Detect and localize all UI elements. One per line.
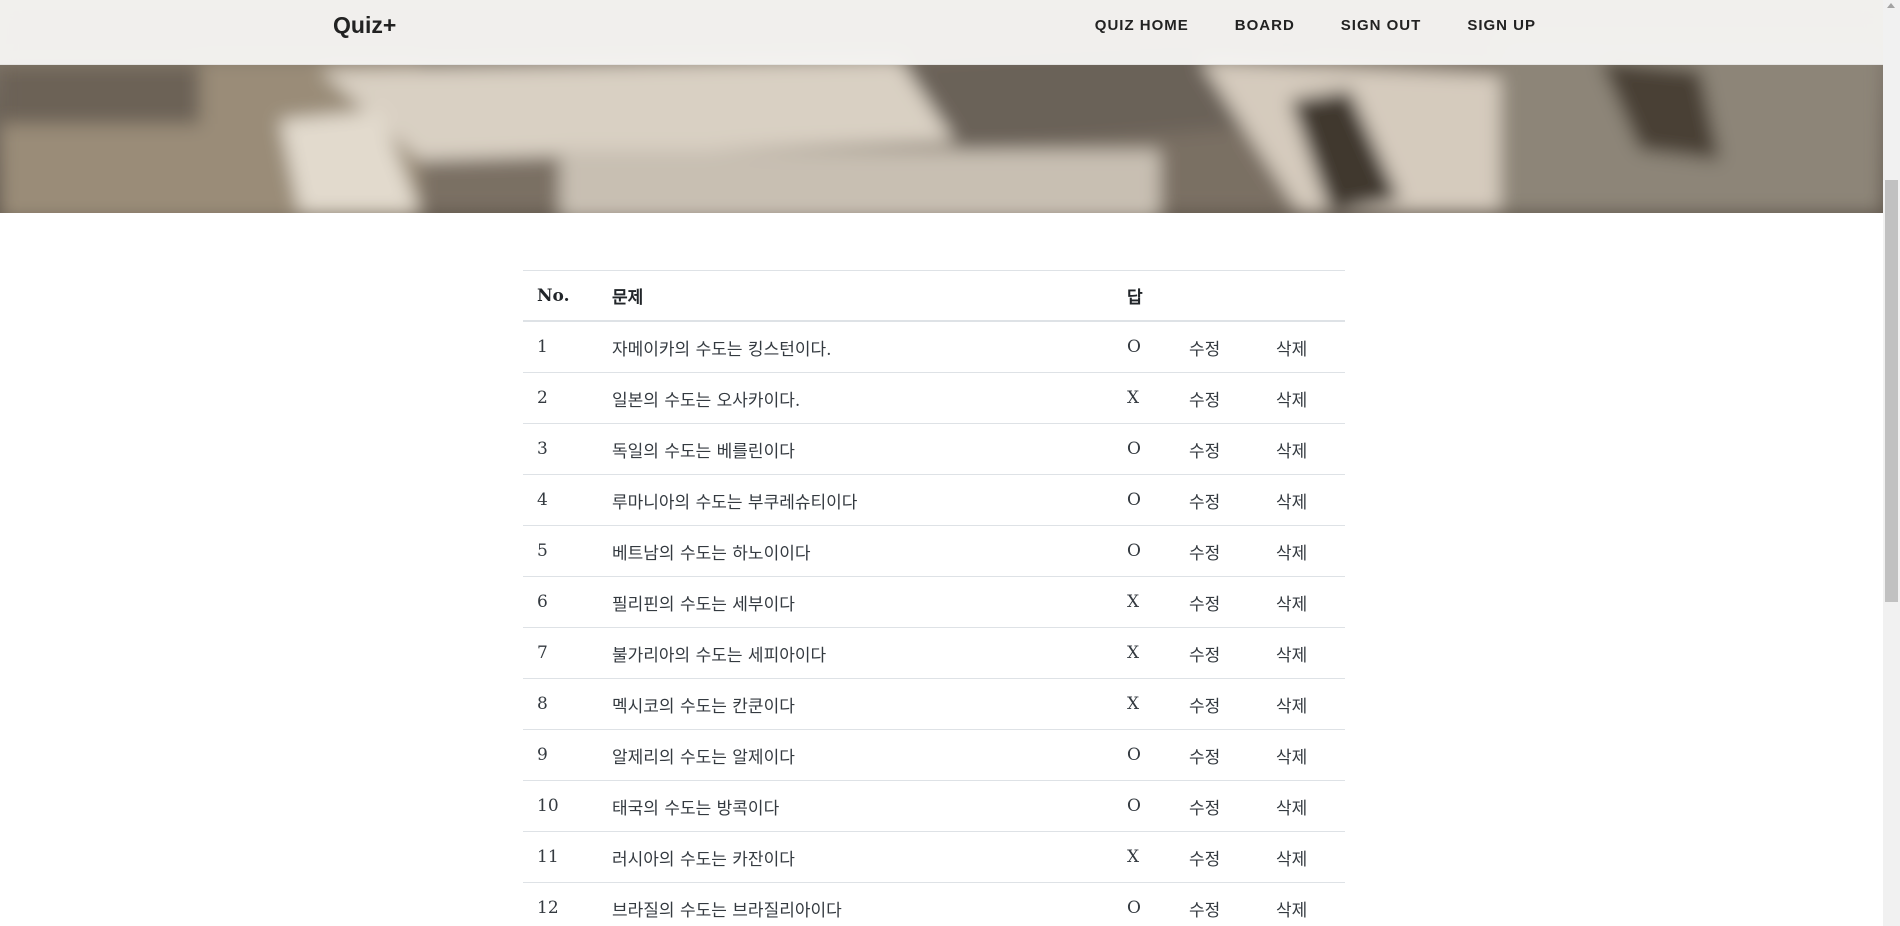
row-answer: X — [1113, 831, 1175, 883]
row-no: 1 — [523, 320, 598, 373]
table-row: 1 자메이카의 수도는 킹스턴이다. O 수정 삭제 — [523, 320, 1345, 373]
row-question: 독일의 수도는 베를린이다 — [598, 423, 1113, 475]
row-no: 10 — [523, 780, 598, 832]
row-answer: X — [1113, 627, 1175, 679]
delete-link[interactable]: 삭제 — [1262, 372, 1345, 424]
quiz-table: No. 문제 답 1 자메이카의 수도는 킹스턴이다. O 수정 삭제 2 일본… — [523, 270, 1345, 926]
row-answer: O — [1113, 423, 1175, 475]
edit-link[interactable]: 수정 — [1175, 320, 1262, 373]
table-row: 6 필리핀의 수도는 세부이다 X 수정 삭제 — [523, 576, 1345, 628]
row-answer: X — [1113, 576, 1175, 628]
row-no: 2 — [523, 372, 598, 424]
edit-link[interactable]: 수정 — [1175, 882, 1262, 926]
table-row: 8 멕시코의 수도는 칸쿤이다 X 수정 삭제 — [523, 678, 1345, 730]
page: Quiz+ QUIZ HOME BOARD SIGN OUT SIGN UP N… — [0, 0, 1900, 926]
table-header-row: No. 문제 답 — [523, 270, 1345, 322]
delete-link[interactable]: 삭제 — [1262, 678, 1345, 730]
row-no: 12 — [523, 882, 598, 926]
row-question: 루마니아의 수도는 부쿠레슈티이다 — [598, 474, 1113, 526]
row-question: 브라질의 수도는 브라질리아이다 — [598, 882, 1113, 926]
table-body: 1 자메이카의 수도는 킹스턴이다. O 수정 삭제 2 일본의 수도는 오사카… — [523, 320, 1345, 926]
vertical-scrollbar[interactable] — [1883, 0, 1900, 926]
row-question: 불가리아의 수도는 세피아이다 — [598, 627, 1113, 679]
row-answer: O — [1113, 882, 1175, 926]
row-answer: O — [1113, 320, 1175, 373]
delete-link[interactable]: 삭제 — [1262, 882, 1345, 926]
row-question: 태국의 수도는 방콕이다 — [598, 780, 1113, 832]
navbar: Quiz+ QUIZ HOME BOARD SIGN OUT SIGN UP — [0, 0, 1883, 65]
row-answer: O — [1113, 729, 1175, 781]
edit-link[interactable]: 수정 — [1175, 780, 1262, 832]
delete-link[interactable]: 삭제 — [1262, 525, 1345, 577]
edit-link[interactable]: 수정 — [1175, 729, 1262, 781]
nav-sign-out[interactable]: SIGN OUT — [1341, 18, 1422, 34]
header-delete-blank — [1262, 270, 1345, 322]
row-question: 알제리의 수도는 알제이다 — [598, 729, 1113, 781]
delete-link[interactable]: 삭제 — [1262, 576, 1345, 628]
row-no: 11 — [523, 831, 598, 883]
table-row: 9 알제리의 수도는 알제이다 O 수정 삭제 — [523, 729, 1345, 781]
row-answer: O — [1113, 780, 1175, 832]
table-row: 12 브라질의 수도는 브라질리아이다 O 수정 삭제 — [523, 882, 1345, 926]
nav-links: QUIZ HOME BOARD SIGN OUT SIGN UP — [1049, 18, 1536, 34]
delete-link[interactable]: 삭제 — [1262, 320, 1345, 373]
table-row: 10 태국의 수도는 방콕이다 O 수정 삭제 — [523, 780, 1345, 832]
row-no: 3 — [523, 423, 598, 475]
row-no: 5 — [523, 525, 598, 577]
edit-link[interactable]: 수정 — [1175, 831, 1262, 883]
edit-link[interactable]: 수정 — [1175, 372, 1262, 424]
row-question: 멕시코의 수도는 칸쿤이다 — [598, 678, 1113, 730]
brand-logo-link[interactable]: Quiz+ — [333, 12, 396, 39]
table-header: No. 문제 답 — [523, 270, 1345, 322]
row-no: 8 — [523, 678, 598, 730]
row-answer: X — [1113, 678, 1175, 730]
scroll-up-arrow-icon[interactable] — [1887, 3, 1895, 8]
row-question: 일본의 수도는 오사카이다. — [598, 372, 1113, 424]
row-no: 9 — [523, 729, 598, 781]
table-row: 2 일본의 수도는 오사카이다. X 수정 삭제 — [523, 372, 1345, 424]
edit-link[interactable]: 수정 — [1175, 576, 1262, 628]
header-answer: 답 — [1113, 270, 1175, 322]
scrollbar-thumb[interactable] — [1885, 180, 1898, 602]
row-question: 베트남의 수도는 하노이이다 — [598, 525, 1113, 577]
edit-link[interactable]: 수정 — [1175, 474, 1262, 526]
delete-link[interactable]: 삭제 — [1262, 627, 1345, 679]
row-no: 7 — [523, 627, 598, 679]
delete-link[interactable]: 삭제 — [1262, 831, 1345, 883]
header-edit-blank — [1175, 270, 1262, 322]
edit-link[interactable]: 수정 — [1175, 525, 1262, 577]
header-no: No. — [523, 270, 598, 322]
table-row: 11 러시아의 수도는 카잔이다 X 수정 삭제 — [523, 831, 1345, 883]
table-row: 4 루마니아의 수도는 부쿠레슈티이다 O 수정 삭제 — [523, 474, 1345, 526]
table-row: 5 베트남의 수도는 하노이이다 O 수정 삭제 — [523, 525, 1345, 577]
row-answer: X — [1113, 372, 1175, 424]
row-answer: O — [1113, 525, 1175, 577]
nav-quiz-home[interactable]: QUIZ HOME — [1095, 18, 1189, 34]
delete-link[interactable]: 삭제 — [1262, 423, 1345, 475]
delete-link[interactable]: 삭제 — [1262, 729, 1345, 781]
row-answer: O — [1113, 474, 1175, 526]
edit-link[interactable]: 수정 — [1175, 678, 1262, 730]
delete-link[interactable]: 삭제 — [1262, 474, 1345, 526]
nav-board[interactable]: BOARD — [1235, 18, 1295, 34]
row-no: 6 — [523, 576, 598, 628]
row-question: 필리핀의 수도는 세부이다 — [598, 576, 1113, 628]
edit-link[interactable]: 수정 — [1175, 423, 1262, 475]
delete-link[interactable]: 삭제 — [1262, 780, 1345, 832]
edit-link[interactable]: 수정 — [1175, 627, 1262, 679]
header-question: 문제 — [598, 270, 1113, 322]
row-no: 4 — [523, 474, 598, 526]
row-question: 자메이카의 수도는 킹스턴이다. — [598, 320, 1113, 373]
table-row: 7 불가리아의 수도는 세피아이다 X 수정 삭제 — [523, 627, 1345, 679]
nav-sign-up[interactable]: SIGN UP — [1467, 18, 1536, 34]
table-row: 3 독일의 수도는 베를린이다 O 수정 삭제 — [523, 423, 1345, 475]
row-question: 러시아의 수도는 카잔이다 — [598, 831, 1113, 883]
